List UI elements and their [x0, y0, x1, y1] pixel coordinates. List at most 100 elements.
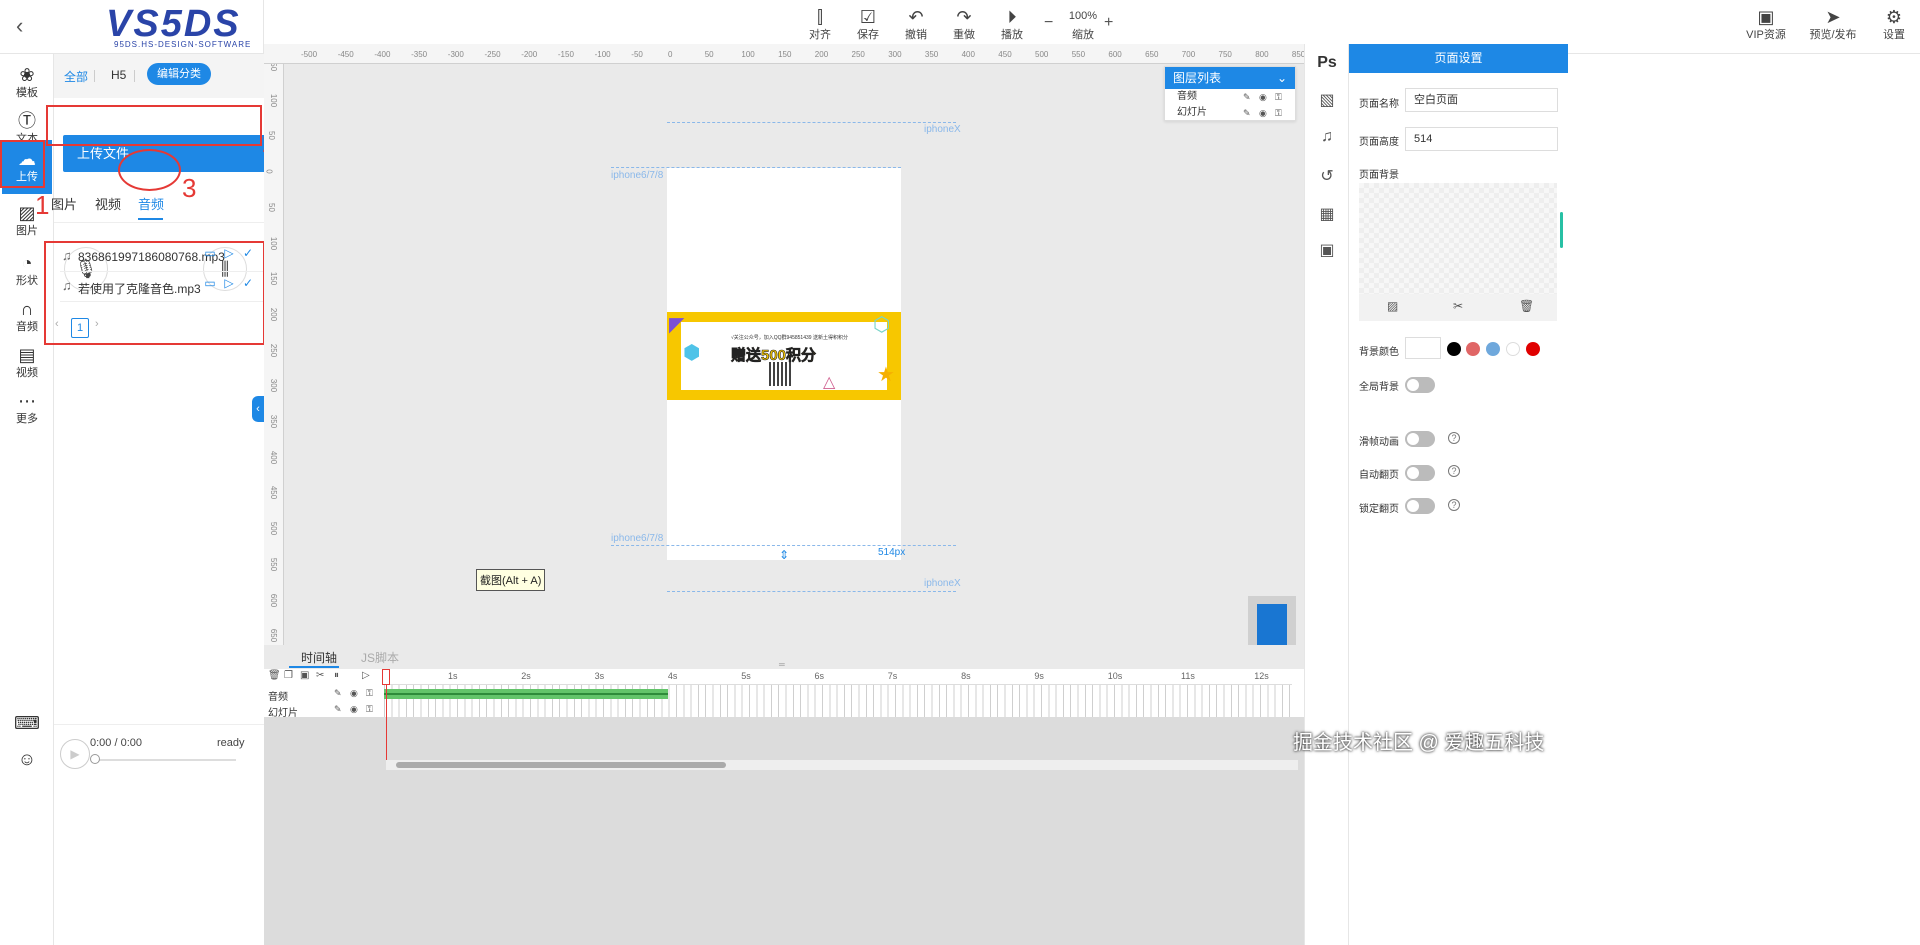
color-swatch-black[interactable] — [1447, 342, 1461, 356]
scrollbar-thumb[interactable] — [396, 762, 726, 768]
bg-color-picker[interactable] — [1405, 337, 1441, 359]
ruler-tick-label: 800 — [1255, 50, 1269, 59]
copy-icon[interactable]: ❐ — [284, 670, 293, 681]
ruler-tick-label: 0 — [264, 169, 274, 174]
zoom-out-button[interactable]: − — [1044, 14, 1053, 32]
resize-handle[interactable]: ═ — [779, 660, 789, 669]
lock-icon[interactable]: ⚿ — [366, 688, 373, 699]
rename-icon[interactable]: ▭ — [202, 246, 218, 264]
audio-clip[interactable] — [384, 689, 668, 699]
lock-flip-toggle[interactable] — [1405, 498, 1435, 514]
grid-icon[interactable]: ▦ — [1315, 204, 1339, 228]
rail-item-more[interactable]: ⋯ 更多 — [2, 382, 52, 436]
promo-banner[interactable]: ◤ ⬢ ⬡ ★ △ √关注公众号，加入QQ群945851439 送新土得积积分 … — [667, 312, 901, 400]
layer-list-header[interactable]: 图层列表 ⌄ — [1165, 67, 1295, 89]
trash-icon[interactable]: 🗑 — [1519, 299, 1534, 313]
help-icon[interactable]: ? — [1448, 499, 1460, 511]
vip-resources-button[interactable]: ▣ VIP资源 — [1744, 6, 1788, 50]
timeline-ruler[interactable]: 1s 2s 3s 4s 5s 6s 7s 8s 9s 10s 11s 12s — [384, 669, 1292, 685]
play-icon[interactable]: ▷ — [362, 670, 370, 681]
settings-scrollbar[interactable] — [1560, 212, 1563, 248]
settings-button[interactable]: ⚙ 设置 — [1874, 6, 1914, 50]
check-icon[interactable]: ✓ — [240, 276, 256, 294]
player-progress-track[interactable] — [96, 759, 236, 761]
eye-icon[interactable]: ◉ — [1259, 89, 1267, 105]
global-bg-toggle[interactable] — [1405, 377, 1435, 393]
eye-icon[interactable]: ◉ — [1259, 105, 1267, 121]
back-icon[interactable]: ‹ — [16, 14, 38, 38]
user-button[interactable]: ☺ — [2, 740, 52, 770]
paste-icon[interactable]: ▣ — [300, 670, 309, 681]
tab-timeline[interactable]: 时间轴 — [301, 649, 337, 666]
eye-icon[interactable]: ◉ — [350, 704, 358, 715]
play-circle-icon[interactable]: ▷ — [221, 246, 237, 264]
ruler-tick-label: 200 — [269, 307, 279, 322]
ruler-tick-label: -350 — [411, 50, 428, 59]
page-current[interactable]: 1 — [71, 318, 89, 338]
edit-category-button[interactable]: 编辑分类 — [147, 63, 211, 85]
color-swatch-blue[interactable] — [1486, 342, 1500, 356]
pause-icon[interactable]: ⏸ — [334, 670, 339, 681]
tab-js-script[interactable]: JS脚本 — [361, 649, 399, 666]
rail-item-upload[interactable]: ☁ 上传 — [2, 140, 52, 194]
ruler-tick-label: -150 — [557, 50, 574, 59]
color-swatch-red[interactable] — [1526, 342, 1540, 356]
layer-row[interactable]: 幻灯片 ✎ ◉ ⚿ — [1165, 105, 1295, 121]
trash-icon[interactable]: 🗑 — [268, 670, 281, 681]
scissors-icon[interactable]: ✂ — [1453, 299, 1463, 313]
lock-icon[interactable]: ⚿ — [1275, 105, 1282, 121]
layer-row[interactable]: 音频 ✎ ◉ ⚿ — [1165, 89, 1295, 105]
edit-icon[interactable]: ✎ — [334, 704, 342, 715]
edit-icon[interactable]: ✎ — [1243, 105, 1251, 121]
pattern-icon[interactable]: ▧ — [1315, 90, 1339, 114]
timeline-scrollbar[interactable] — [386, 760, 1298, 770]
play-circle-icon[interactable]: ▷ — [221, 276, 237, 294]
preview-publish-button[interactable]: ➤ 预览/发布 — [1806, 6, 1860, 50]
edit-icon[interactable]: ✎ — [1243, 89, 1251, 105]
ruler-tick-label: 550 — [1071, 50, 1086, 59]
page-height-input[interactable]: 514 — [1405, 127, 1558, 151]
star-decor: ★ — [877, 364, 895, 386]
ruler-tick-label: 350 — [269, 414, 279, 429]
cut-icon[interactable]: ✂ — [316, 670, 324, 681]
color-swatch-white[interactable] — [1506, 342, 1520, 356]
slide-anim-toggle[interactable] — [1405, 431, 1435, 447]
qr-code — [769, 362, 791, 386]
history-icon[interactable]: ↺ — [1315, 166, 1339, 190]
music-note-icon: ♫ — [62, 278, 72, 293]
collapse-panel-button[interactable]: ‹ — [252, 396, 264, 422]
auto-flip-toggle[interactable] — [1405, 465, 1435, 481]
rename-icon[interactable]: ▭ — [202, 276, 218, 294]
next-page-button[interactable]: › — [95, 318, 99, 330]
tab-video[interactable]: 视频 — [95, 194, 121, 213]
help-icon[interactable]: ? — [1448, 465, 1460, 477]
eye-icon[interactable]: ◉ — [350, 688, 358, 699]
player-play-button[interactable]: ▶ — [60, 739, 90, 769]
help-icon[interactable]: ? — [1448, 432, 1460, 444]
music-icon[interactable]: ♫ — [1315, 128, 1339, 152]
tab-image[interactable]: 图片 — [51, 194, 77, 213]
logo: VS5DS 95DS.HS-DESIGN-SOFTWARE — [106, 2, 271, 52]
image-frame-icon[interactable]: ▣ — [1315, 240, 1339, 264]
color-swatch-red-light[interactable] — [1466, 342, 1480, 356]
check-icon[interactable]: ✓ — [240, 246, 256, 264]
lock-icon[interactable]: ⚿ — [366, 704, 373, 715]
zoom-in-button[interactable]: + — [1104, 14, 1113, 32]
prev-page-button[interactable]: ‹ — [55, 318, 59, 330]
category-h5[interactable]: H5 — [111, 68, 126, 82]
align-icon: ⫿ — [817, 7, 823, 27]
guide-line — [667, 122, 956, 123]
page-name-input[interactable]: 空白页面 — [1405, 88, 1558, 112]
player-progress-knob[interactable] — [90, 754, 100, 764]
ps-icon[interactable]: Ps — [1315, 54, 1339, 78]
edit-icon[interactable]: ✎ — [334, 688, 342, 699]
page-resize-handle[interactable]: ⇕ — [779, 548, 789, 562]
playhead-handle[interactable] — [382, 669, 390, 685]
keyboard-button[interactable]: ⌨ — [2, 704, 52, 734]
ruler-tick-label: -400 — [374, 50, 391, 59]
image-replace-icon[interactable]: ▨ — [1387, 299, 1398, 313]
chevron-down-icon[interactable]: ⌄ — [1277, 67, 1287, 89]
category-all[interactable]: 全部 — [64, 68, 88, 85]
lock-icon[interactable]: ⚿ — [1275, 89, 1282, 105]
tab-audio[interactable]: 音频 — [138, 194, 164, 213]
